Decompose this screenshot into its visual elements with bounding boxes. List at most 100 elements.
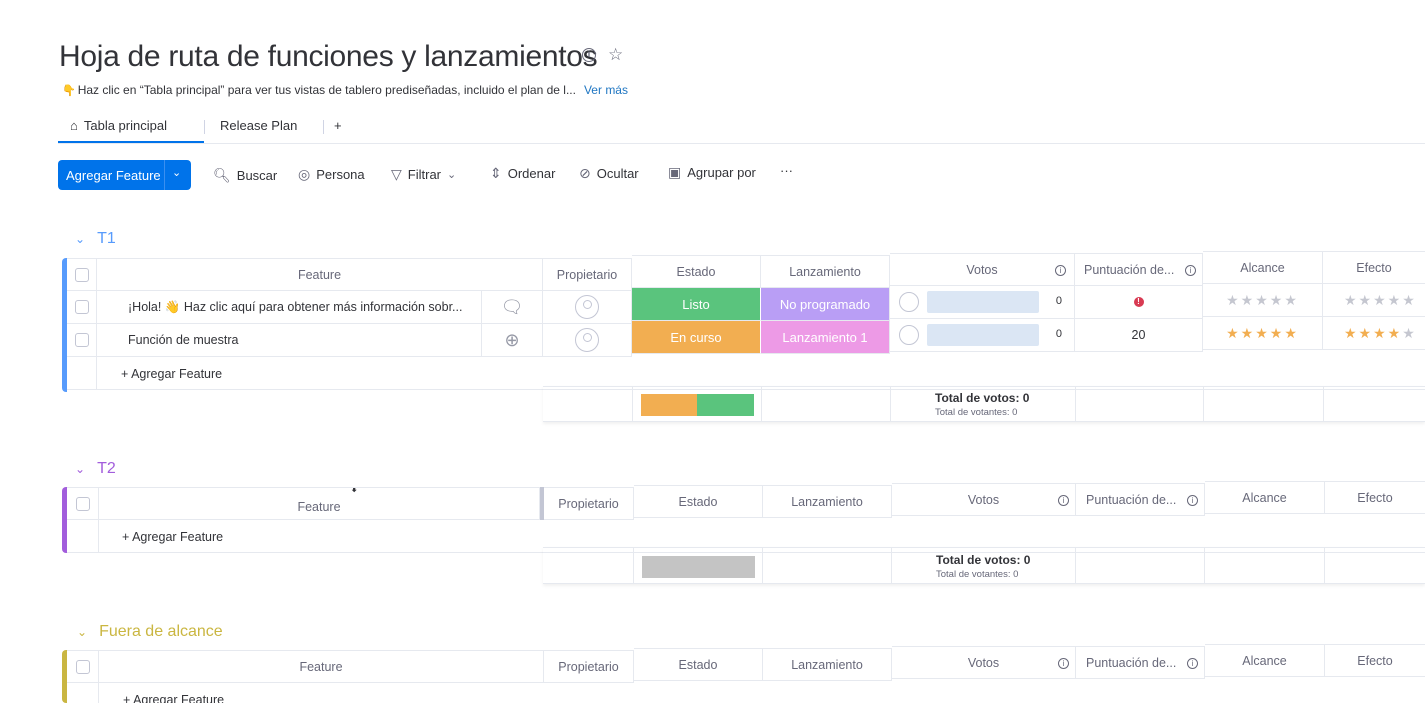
chevron-down-icon[interactable]: ⌄ [75, 462, 85, 476]
owner-cell[interactable] [543, 291, 632, 324]
column-header-score[interactable]: Puntuación de... i [1076, 646, 1205, 679]
select-all-cell[interactable] [67, 487, 99, 520]
row-select-cell[interactable] [67, 291, 97, 324]
more-options-button[interactable]: ··· [780, 163, 793, 178]
status-summary-segment[interactable] [641, 394, 697, 416]
row-checkbox[interactable] [74, 300, 89, 314]
group-header-t1[interactable]: ⌄ T1 [75, 230, 116, 248]
board-title[interactable]: Hoja de ruta de funciones y lanzamientos [59, 40, 598, 74]
column-header-effect[interactable]: Efecto [1325, 481, 1425, 514]
status-summary-empty[interactable] [642, 556, 755, 578]
info-icon[interactable]: i [1058, 658, 1069, 669]
group-by-button[interactable]: ▣ Agrupar por [668, 164, 756, 181]
column-header-launch[interactable]: Lanzamiento [763, 485, 892, 518]
person-avatar-icon[interactable] [575, 328, 599, 352]
column-header-owner[interactable]: Propietario [543, 258, 632, 291]
select-all-cell[interactable] [67, 258, 97, 291]
select-all-checkbox[interactable] [75, 496, 90, 511]
votes-cell[interactable]: 0 [890, 319, 1075, 352]
feature-name-cell[interactable]: Función de muestra [97, 324, 482, 357]
select-all-checkbox[interactable] [74, 267, 89, 282]
column-header-owner[interactable]: Propietario [544, 650, 634, 683]
vote-toggle-icon[interactable] [899, 292, 919, 312]
add-update-icon[interactable]: ⊕ [504, 330, 519, 351]
info-icon[interactable]: i [1187, 495, 1198, 506]
launch-cell[interactable]: Lanzamiento 1 [761, 321, 890, 354]
column-header-votes[interactable]: Votos i [892, 646, 1076, 679]
reach-rating-cell[interactable]: ★★★★★ [1203, 284, 1323, 317]
vote-toggle-icon[interactable] [899, 325, 919, 345]
updates-cell[interactable]: 🗨︎ [482, 291, 543, 324]
tab-release-plan[interactable]: Release Plan [220, 118, 297, 133]
status-cell[interactable]: En curso [632, 321, 761, 354]
warning-icon[interactable]: ! [1133, 297, 1144, 307]
info-icon[interactable]: i [1187, 658, 1198, 669]
chevron-down-icon[interactable]: ⌄ [77, 625, 87, 639]
column-header-score[interactable]: Puntuación de... i [1076, 483, 1205, 516]
rating-stars[interactable]: ★★★★★ [1226, 325, 1299, 342]
column-header-launch[interactable]: Lanzamiento [761, 255, 890, 288]
column-header-feature[interactable]: Feature [97, 258, 543, 291]
column-header-status[interactable]: Estado [632, 255, 761, 288]
hide-button[interactable]: ⊘ Ocultar [579, 165, 639, 182]
column-header-effect[interactable]: Efecto [1325, 644, 1425, 677]
add-feature-row-button[interactable]: + Agregar Feature [121, 367, 222, 381]
row-select-cell[interactable] [67, 324, 97, 357]
column-header-score[interactable]: Puntuación de... i [1075, 253, 1203, 286]
rating-stars[interactable]: ★★★★★ [1226, 292, 1299, 309]
column-header-status[interactable]: Estado [634, 485, 763, 518]
votes-cell[interactable]: 0 [890, 286, 1075, 319]
conversation-icon[interactable]: 🗨︎ [501, 297, 524, 318]
person-avatar-icon[interactable] [575, 295, 599, 319]
add-feature-row-button[interactable]: + Agregar Feature [123, 693, 224, 703]
info-icon[interactable]: i [582, 48, 596, 62]
chevron-down-icon[interactable]: ⌄ [75, 232, 85, 246]
rating-stars[interactable]: ★★★★★ [1344, 292, 1417, 309]
column-header-effect[interactable]: Efecto [1323, 251, 1425, 284]
effect-rating-cell[interactable]: ★★★★★ [1323, 284, 1425, 317]
favorite-star-icon[interactable]: ☆ [608, 46, 623, 63]
sort-arrows-icon[interactable]: ⬍ [350, 488, 358, 495]
select-all-checkbox[interactable] [75, 659, 90, 674]
add-feature-row-button[interactable]: + Agregar Feature [122, 530, 223, 544]
info-icon[interactable]: i [1185, 265, 1196, 276]
column-header-launch[interactable]: Lanzamiento [763, 648, 892, 681]
column-header-reach[interactable]: Alcance [1205, 644, 1325, 677]
column-header-owner[interactable]: Propietario [544, 487, 634, 520]
chevron-down-icon[interactable]: ⌄ [172, 166, 181, 179]
status-cell[interactable]: Listo [632, 288, 761, 321]
column-header-status[interactable]: Estado [634, 648, 763, 681]
group-header-t2[interactable]: ⌄ T2 [75, 460, 116, 478]
group-title[interactable]: Fuera de alcance [99, 623, 223, 641]
add-view-button[interactable]: + [334, 118, 342, 133]
updates-cell[interactable]: ⊕ [482, 324, 543, 357]
filter-button[interactable]: ▽ Filtrar ⌄ [391, 166, 456, 183]
select-all-cell[interactable] [67, 650, 99, 683]
column-header-votes[interactable]: Votos i [890, 253, 1075, 286]
reach-rating-cell[interactable]: ★★★★★ [1203, 317, 1323, 350]
column-header-reach[interactable]: Alcance [1203, 251, 1323, 284]
info-icon[interactable]: i [1058, 495, 1069, 506]
group-title[interactable]: T1 [97, 230, 116, 248]
column-header-votes[interactable]: Votos i [892, 483, 1076, 516]
person-filter-button[interactable]: ◎ Persona [298, 166, 365, 183]
column-header-feature[interactable]: Feature [99, 650, 544, 683]
info-icon[interactable]: i [1055, 265, 1066, 276]
group-header-out-of-scope[interactable]: ⌄ Fuera de alcance [77, 623, 223, 641]
search-button[interactable]: 🔍︎ Buscar [213, 167, 277, 184]
effect-rating-cell[interactable]: ★★★★★ [1323, 317, 1425, 350]
group-title[interactable]: T2 [97, 460, 116, 478]
status-summary-segment[interactable] [697, 394, 754, 416]
add-feature-button[interactable]: Agregar Feature ⌄ [58, 160, 191, 190]
person-icon: ◎ [298, 166, 311, 182]
feature-name-cell[interactable]: ¡Hola! 👋 Haz clic aquí para obtener más … [97, 291, 482, 324]
column-header-reach[interactable]: Alcance [1205, 481, 1325, 514]
column-header-feature[interactable]: ⬍ Feature [99, 487, 540, 520]
owner-cell[interactable] [543, 324, 632, 357]
rating-stars[interactable]: ★★★★★ [1344, 325, 1417, 342]
see-more-link[interactable]: Ver más [584, 83, 628, 97]
tab-main-table[interactable]: ⌂ Tabla principal [70, 118, 167, 133]
launch-cell[interactable]: No programado [761, 288, 890, 321]
row-checkbox[interactable] [74, 333, 89, 347]
sort-button[interactable]: ⇕ Ordenar [490, 165, 555, 182]
